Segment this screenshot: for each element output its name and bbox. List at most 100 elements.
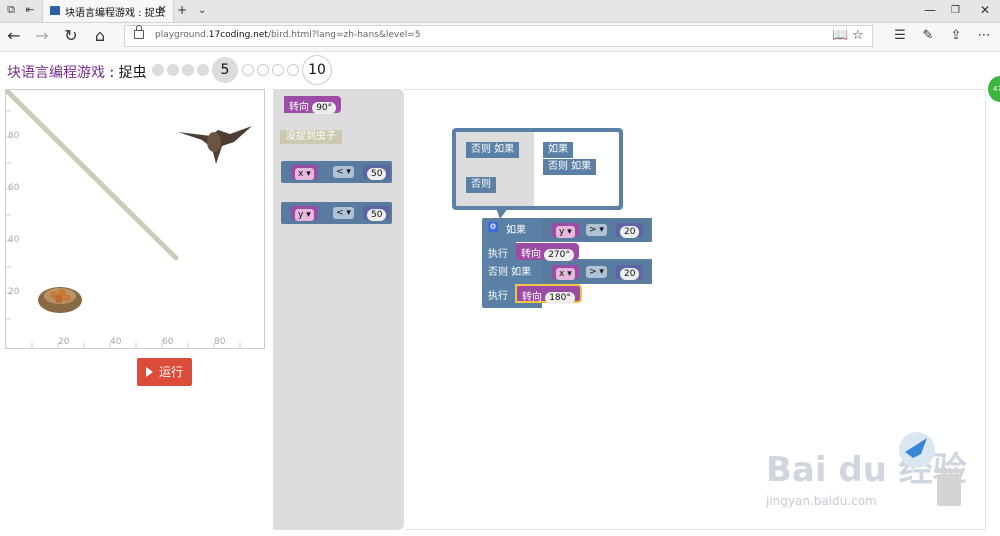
level-dot-2[interactable] [167, 64, 179, 76]
if-label: 如果 [506, 225, 526, 236]
baidu-watermark-url: jingyan.baidu.com [766, 494, 877, 508]
bird-icon [178, 126, 252, 164]
toolbox-compare-x-block[interactable]: x ▾ < ▾ 50 [281, 161, 392, 183]
turn-angle-field[interactable]: 90° [312, 102, 337, 114]
level-dot-3[interactable] [182, 64, 194, 76]
do-label: 执行 [488, 291, 508, 302]
number-field[interactable]: 20 [620, 268, 640, 280]
mutator-workspace: 否则 如果 否则 如果 否则 如果 [456, 132, 619, 206]
turn-180-block-selected[interactable]: 转向 180° [515, 284, 582, 304]
refresh-icon[interactable]: ↻ [61, 27, 81, 45]
web-note-icon[interactable]: ✎ [918, 27, 938, 45]
x-tick-label: 20 [58, 337, 70, 347]
site-favicon-icon [50, 6, 60, 15]
share-icon[interactable]: ⇪ [946, 27, 966, 45]
maximize-icon[interactable]: ❐ [951, 5, 960, 16]
level-dot-6[interactable] [242, 64, 254, 76]
y-tick-label: 80 [8, 131, 20, 141]
turn-label: 转向 [521, 249, 541, 260]
current-level-indicator[interactable]: 5 [212, 57, 238, 83]
home-icon[interactable]: ⌂ [90, 27, 110, 45]
more-menu-icon[interactable]: ⋯ [974, 27, 994, 45]
back-icon[interactable]: ← [4, 27, 24, 45]
var-block: y ▾ [552, 223, 579, 238]
close-tab-icon[interactable]: ✕ [158, 3, 167, 16]
max-level-indicator[interactable]: 10 [302, 55, 332, 85]
operator-dropdown[interactable]: > ▾ [586, 224, 607, 236]
mutator-elseif-block[interactable]: 否则 如果 [543, 159, 597, 175]
wall-line [6, 90, 179, 261]
do-label: 执行 [488, 249, 508, 260]
number-block: 50 [363, 165, 391, 180]
number-field[interactable]: 50 [367, 168, 387, 180]
favorite-star-icon[interactable]: ☆ [852, 28, 864, 43]
number-block: 20 [616, 265, 644, 280]
turn-angle-field[interactable]: 270° [544, 249, 574, 261]
y-tick-label: 20 [8, 287, 20, 297]
y-tick-label: 60 [8, 183, 20, 193]
var-dropdown[interactable]: x ▾ [295, 168, 314, 180]
turn-270-block[interactable]: 转向 270° [516, 243, 579, 261]
condition-x-block[interactable]: x ▾ > ▾ 20 [542, 261, 650, 283]
tab-back-icon[interactable]: ⇤ [24, 4, 36, 16]
level-dot-9[interactable] [287, 64, 299, 76]
var-block: x ▾ [291, 165, 318, 180]
nest-icon [38, 287, 82, 313]
mutator-elseif-option[interactable]: 否则 如果 [466, 142, 520, 158]
number-block: 20 [616, 223, 644, 238]
var-dropdown[interactable]: x ▾ [556, 268, 575, 280]
number-block: 50 [363, 206, 391, 221]
x-tick-label: 60 [162, 337, 174, 347]
toolbox-turn-block[interactable]: 转向 90° [284, 96, 342, 114]
var-dropdown[interactable]: y ▾ [295, 209, 314, 221]
minimize-icon[interactable]: — [924, 3, 936, 17]
tab-list-chevron-icon[interactable]: ⌄ [198, 5, 206, 16]
run-button-label: 运行 [159, 365, 184, 379]
browser-tab[interactable]: 块语言编程游戏 : 捉虫 ✕ [42, 0, 174, 22]
new-tab-icon[interactable]: + [177, 3, 187, 17]
turn-label: 转向 [289, 102, 309, 113]
trash-can-icon[interactable] [934, 469, 964, 506]
operator-dropdown[interactable]: < ▾ [333, 166, 354, 178]
bird-logo-icon [899, 432, 935, 468]
x-tick-label: 40 [110, 337, 122, 347]
var-block: x ▾ [552, 265, 579, 280]
level-dot-8[interactable] [272, 64, 284, 76]
operator-dropdown[interactable]: > ▾ [586, 266, 607, 278]
toolbox-no-worm-block[interactable]: 没捉到虫子 [280, 130, 342, 144]
address-bar[interactable]: playground.17coding.net/bird.html?lang=z… [124, 25, 873, 47]
page-title: 块语言编程游戏 : 捉虫 [7, 65, 147, 81]
browser-tab-bar: ⧉ ⇤ 块语言编程游戏 : 捉虫 ✕ + ⌄ — ❐ ✕ [0, 0, 1000, 23]
mutator-else-option[interactable]: 否则 [466, 177, 496, 193]
elseif-label: 否则 如果 [488, 267, 532, 278]
toolbox-compare-y-block[interactable]: y ▾ < ▾ 50 [281, 202, 392, 224]
tab-actions-icon[interactable]: ⧉ [5, 4, 17, 16]
turn-label: 转向 [522, 292, 542, 303]
mutator-if-block[interactable]: 如果 [543, 142, 573, 158]
condition-y-block[interactable]: y ▾ > ▾ 20 [542, 219, 650, 241]
lock-icon [134, 25, 144, 39]
extension-badge[interactable]: 47 [988, 76, 1000, 102]
number-field[interactable]: 50 [367, 209, 387, 221]
favorites-hub-icon[interactable]: ☰ [890, 27, 910, 45]
close-window-icon[interactable]: ✕ [980, 3, 990, 17]
block-toolbox: 转向 90° 没捉到虫子 x ▾ < ▾ 50 y ▾ < ▾ 50 [273, 89, 404, 530]
number-field[interactable]: 20 [620, 226, 640, 238]
reading-view-icon[interactable]: 📖 [832, 28, 848, 43]
x-tick-label: 80 [214, 337, 226, 347]
var-dropdown[interactable]: y ▾ [556, 226, 575, 238]
level-dot-7[interactable] [257, 64, 269, 76]
browser-nav-bar: ← → ↻ ⌂ playground.17coding.net/bird.htm… [0, 23, 1000, 52]
mutator-gear-icon[interactable]: ⚙ [488, 222, 498, 232]
level-dot-4[interactable] [197, 64, 209, 76]
level-dot-1[interactable] [152, 64, 164, 76]
run-button[interactable]: 运行 [137, 358, 192, 386]
var-block: y ▾ [291, 206, 318, 221]
operator-dropdown[interactable]: < ▾ [333, 207, 354, 219]
play-icon [146, 367, 153, 377]
turn-angle-field[interactable]: 180° [545, 292, 575, 304]
game-grid [6, 90, 252, 348]
forward-icon[interactable]: → [32, 27, 52, 45]
if-mutator-bubble: 否则 如果 否则 如果 否则 如果 [452, 128, 623, 210]
url-text: playground.17coding.net/bird.html?lang=z… [155, 30, 421, 40]
